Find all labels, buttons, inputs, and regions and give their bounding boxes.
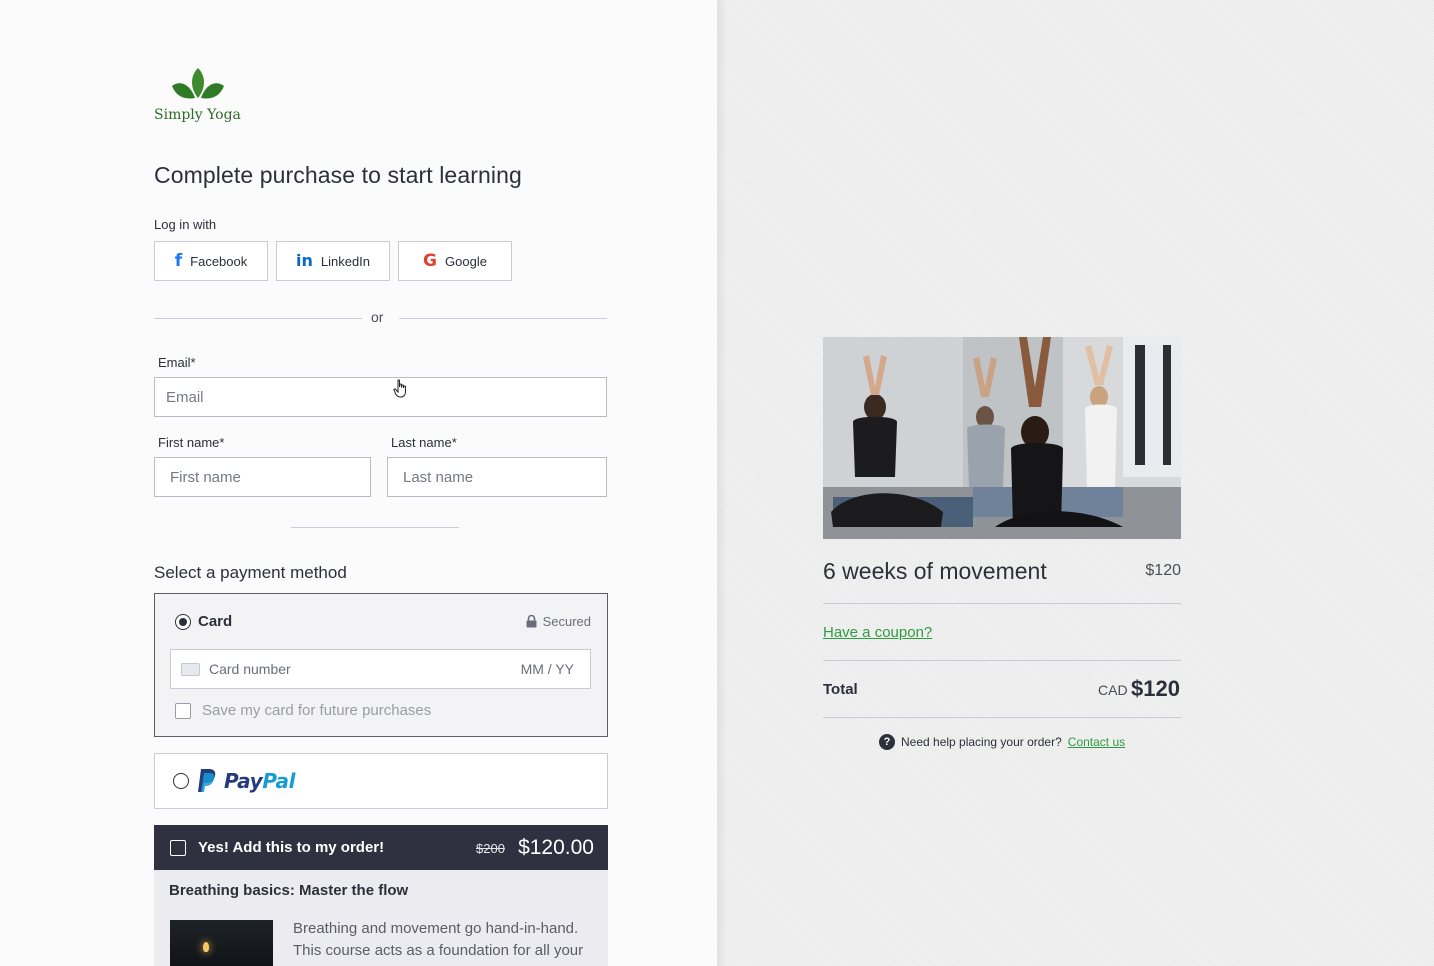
or-divider-right [399,318,607,319]
course-price: $120 [1145,562,1181,579]
card-payment-option[interactable]: Card Secured Card number MM / YY Save my… [154,593,608,737]
lock-icon [526,615,537,628]
linkedin-icon: in [295,251,313,270]
card-label: Card [198,613,233,630]
question-icon: ? [879,734,895,750]
hand-cursor-icon [393,379,406,398]
paypal-pay: Pay [224,768,263,793]
summary-divider-2 [823,660,1181,661]
order-bump-details: Breathing basics: Master the flow Breath… [154,870,608,966]
candle-thumbnail [170,920,273,966]
first-name-label: First name* [158,435,225,450]
help-text: Need help placing your order? [901,735,1062,749]
login-label: Log in with [154,217,217,232]
paypal-payment-option[interactable]: PayPal [154,753,608,809]
or-divider-left [154,318,362,319]
order-bump-checkbox[interactable] [170,840,186,856]
course-image [823,337,1181,539]
payment-method-title: Select a payment method [154,563,347,582]
order-bump-price: $120.00 [518,836,594,859]
google-label: Google [445,253,487,269]
first-name-field[interactable] [154,457,371,497]
total-currency: CAD [1098,682,1128,698]
order-bump-old-price: $200 [476,841,505,856]
section-divider [291,527,459,528]
order-bump-description: Breathing and movement go hand-in-hand. … [293,920,584,959]
paypal-wordmark: PayPal [224,768,296,793]
card-number-field[interactable]: Card number MM / YY [170,649,591,689]
last-name-label: Last name* [391,435,457,450]
save-card-checkbox[interactable] [175,703,191,719]
order-bump-label: Yes! Add this to my order! [198,839,385,856]
or-text: or [371,309,384,325]
leaf-logo-icon [172,68,224,99]
facebook-label: Facebook [190,253,248,269]
google-icon: G [423,250,438,271]
card-radio[interactable] [175,614,191,630]
email-label: Email* [158,355,196,370]
linkedin-label: LinkedIn [320,253,371,269]
save-card-label: Save my card for future purchases [202,702,432,719]
secured-indicator: Secured [526,614,591,629]
checkout-panel: Simply Yoga Complete purchase to start l… [0,0,717,966]
paypal-radio[interactable] [173,773,189,789]
email-field[interactable] [154,377,607,417]
contact-us-link[interactable]: Contact us [1068,735,1125,749]
last-name-field[interactable] [387,457,607,497]
coupon-link[interactable]: Have a coupon? [823,624,932,641]
credit-card-icon [181,663,200,676]
paypal-pal: Pal [262,768,296,793]
paypal-icon [198,769,216,792]
expiry-placeholder: MM / YY [520,661,574,677]
page-title: Complete purchase to start learning [154,162,522,188]
secured-text: Secured [542,614,591,629]
card-number-placeholder: Card number [209,661,291,677]
total-label: Total [823,681,858,698]
facebook-icon: f [174,250,183,271]
summary-divider-3 [823,717,1181,718]
google-login-button[interactable]: G Google [398,241,512,281]
yoga-class-photo [823,337,1181,539]
paypal-logo: PayPal [197,768,296,793]
summary-divider-1 [823,603,1181,604]
facebook-login-button[interactable]: f Facebook [154,241,268,281]
help-row: ? Need help placing your order? Contact … [879,734,1125,750]
brand-name: Simply Yoga [154,107,241,123]
total-amount: $120 [1131,676,1180,701]
linkedin-login-button[interactable]: in LinkedIn [276,241,390,281]
brand-logo: Simply Yoga [154,66,244,126]
order-bump-header[interactable]: Yes! Add this to my order! $200 $120.00 [154,825,608,870]
course-title: 6 weeks of movement [823,558,1047,584]
order-bump-title: Breathing basics: Master the flow [169,882,409,899]
